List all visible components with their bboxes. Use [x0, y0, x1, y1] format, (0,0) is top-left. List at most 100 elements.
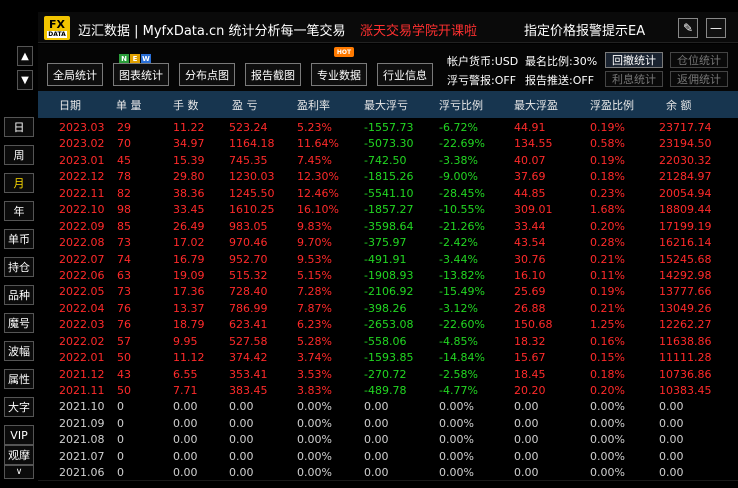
- col-profit-rate[interactable]: 盈利率: [297, 97, 330, 113]
- cell-profit-rate: 9.53%: [297, 252, 332, 266]
- table-row[interactable]: 2021.09 0 0.00 0.00 0.00% 0.00 0.00% 0.00 0.00% 0…: [38, 416, 738, 432]
- observe-button[interactable]: 观摩: [4, 445, 34, 465]
- tool-label: 观摩: [8, 449, 30, 462]
- col-lots[interactable]: 手 数: [173, 97, 199, 113]
- cell-date: 2023.03: [59, 121, 105, 134]
- cell-balance: 0.00: [659, 400, 684, 414]
- period-week-button[interactable]: 周: [4, 145, 34, 165]
- col-floating-profit-ratio[interactable]: 浮盈比例: [590, 97, 634, 113]
- cell-floating-loss-ratio: 0.00%: [439, 466, 474, 480]
- position-stats-button[interactable]: 仓位统计: [670, 52, 728, 68]
- symbols-button[interactable]: 品种: [4, 285, 34, 305]
- cell-max-floating-loss: -2106.92: [364, 285, 414, 299]
- report-push-toggle[interactable]: 报告推送:OFF: [525, 72, 594, 88]
- table-row[interactable]: 2021.12 43 6.55 353.41 3.53% -270.72 -2.58% 18.…: [38, 367, 738, 383]
- down-arrow-icon: ▼: [21, 74, 29, 86]
- col-orders[interactable]: 单 量: [116, 97, 142, 113]
- table-row[interactable]: 2023.03 29 11.22 523.24 5.23% -1557.73 -6.72% 4…: [38, 120, 738, 136]
- floating-alert-toggle[interactable]: 浮亏警报:OFF: [447, 72, 516, 88]
- edit-button[interactable]: ✎: [678, 18, 698, 38]
- table-bottom-divider: [38, 480, 738, 481]
- table-row[interactable]: 2022.02 57 9.95 527.58 5.28% -558.06 -4.85% 18.…: [38, 334, 738, 350]
- cell-lots: 38.36: [173, 186, 205, 200]
- single-currency-button[interactable]: 单币: [4, 229, 34, 249]
- cell-max-floating-loss: -1908.93: [364, 268, 414, 282]
- period-day-button[interactable]: 日: [4, 117, 34, 137]
- cell-max-floating-profit: 0.00: [514, 416, 539, 430]
- cell-profit-rate: 0.00%: [297, 416, 332, 430]
- distribution-chart-button[interactable]: 分布点图: [179, 63, 235, 86]
- cell-lots: 19.09: [173, 268, 205, 282]
- table-row[interactable]: 2022.05 73 17.36 728.40 7.28% -2106.92 -15.49%…: [38, 284, 738, 300]
- cell-profit: 527.58: [229, 334, 268, 348]
- cell-orders: 0: [117, 466, 124, 480]
- table-row[interactable]: 2023.02 70 34.97 1164.18 11.64% -5073.30 -22.6…: [38, 136, 738, 152]
- table-row[interactable]: 2021.07 0 0.00 0.00 0.00% 0.00 0.00% 0.00 0.00% 0…: [38, 449, 738, 465]
- industry-info-button[interactable]: 行业信息: [377, 63, 433, 86]
- col-max-floating-profit[interactable]: 最大浮盈: [514, 97, 558, 113]
- price-alert-ea-link[interactable]: 指定价格报警提示EA: [524, 20, 645, 39]
- promo-link[interactable]: 涨天交易学院开课啦: [360, 20, 477, 39]
- account-currency-label: 帐户货币:USD: [447, 55, 519, 68]
- table-row[interactable]: 2023.01 45 15.39 745.35 7.45% -742.50 -3.38% 40…: [38, 153, 738, 169]
- cell-floating-profit-ratio: 0.19%: [590, 285, 625, 299]
- table-row[interactable]: 2022.06 63 19.09 515.32 5.15% -1908.93 -13.82%…: [38, 268, 738, 284]
- scroll-up-button[interactable]: ▲: [17, 46, 33, 66]
- cell-floating-profit-ratio: 0.21%: [590, 301, 625, 315]
- minimize-button[interactable]: —: [706, 18, 726, 38]
- magic-number-button[interactable]: 魔号: [4, 313, 34, 333]
- col-date[interactable]: 日期: [59, 97, 81, 113]
- cell-floating-loss-ratio: -4.77%: [439, 384, 478, 397]
- report-screenshot-button[interactable]: 报告截图: [245, 63, 301, 86]
- table-row[interactable]: 2022.10 98 33.45 1610.25 16.10% -1857.27 -10.5…: [38, 202, 738, 218]
- chart-stats-button[interactable]: 图表统计: [113, 63, 169, 86]
- cell-floating-loss-ratio: -15.49%: [439, 285, 485, 299]
- cell-profit-rate: 3.74%: [297, 351, 332, 365]
- table-row[interactable]: 2022.07 74 16.79 952.70 9.53% -491.91 -3.44% 30…: [38, 252, 738, 268]
- cell-orders: 50: [117, 384, 131, 397]
- large-font-button[interactable]: 大字: [4, 397, 34, 417]
- cell-max-floating-profit: 44.85: [514, 186, 546, 200]
- table-row[interactable]: 2022.01 50 11.12 374.42 3.74% -1593.85 -14.84%…: [38, 350, 738, 366]
- cell-profit-rate: 9.70%: [297, 236, 332, 250]
- pro-data-button[interactable]: 专业数据: [311, 63, 367, 86]
- global-stats-button[interactable]: 全局统计: [47, 63, 103, 86]
- interest-stats-button[interactable]: 利息统计: [605, 71, 663, 87]
- drawdown-stats-button[interactable]: 回撤统计: [605, 52, 663, 68]
- period-year-button[interactable]: 年: [4, 201, 34, 221]
- table-row[interactable]: 2022.08 73 17.02 970.46 9.70% -375.97 -2.42% 43…: [38, 235, 738, 251]
- volatility-button[interactable]: 波幅: [4, 341, 34, 361]
- cell-date: 2022.08: [59, 236, 105, 250]
- cell-date: 2021.08: [59, 433, 105, 447]
- vip-button[interactable]: VIP: [4, 425, 34, 445]
- cell-orders: 63: [117, 268, 131, 282]
- logo-fx-text: FX: [49, 18, 65, 31]
- cell-date: 2022.04: [59, 301, 105, 315]
- attributes-button[interactable]: 属性: [4, 369, 34, 389]
- table-row[interactable]: 2022.12 78 29.80 1230.03 12.30% -1815.26 -9.00…: [38, 169, 738, 185]
- table-row[interactable]: 2021.10 0 0.00 0.00 0.00% 0.00 0.00% 0.00 0.00% 0…: [38, 399, 738, 415]
- cell-profit-rate: 7.87%: [297, 301, 332, 315]
- col-balance[interactable]: 余 额: [666, 97, 692, 113]
- period-month-button[interactable]: 月: [4, 173, 34, 193]
- table-row[interactable]: 2022.04 76 13.37 786.99 7.87% -398.26 -3.12% 26…: [38, 301, 738, 317]
- table-row[interactable]: 2022.09 85 26.49 983.05 9.83% -3598.64 -21.26%…: [38, 219, 738, 235]
- col-profit[interactable]: 盈 亏: [232, 97, 258, 113]
- table-row[interactable]: 2022.11 82 38.36 1245.50 12.46% -5541.10 -28.4…: [38, 186, 738, 202]
- cell-balance: 18809.44: [659, 203, 712, 217]
- table-row[interactable]: 2021.08 0 0.00 0.00 0.00% 0.00 0.00% 0.00 0.00% 0…: [38, 432, 738, 448]
- cell-max-floating-loss: -3598.64: [364, 219, 414, 233]
- scroll-down-button[interactable]: ▼: [17, 70, 33, 90]
- cell-floating-loss-ratio: -3.12%: [439, 301, 478, 315]
- table-row[interactable]: 2022.03 76 18.79 623.41 6.23% -2653.08 -22.60%…: [38, 317, 738, 333]
- cell-balance: 14292.98: [659, 268, 712, 282]
- rebate-stats-button[interactable]: 返佣统计: [670, 71, 728, 87]
- cell-date: 2022.05: [59, 285, 105, 299]
- col-max-floating-loss[interactable]: 最大浮亏: [364, 97, 408, 113]
- cell-orders: 50: [117, 351, 131, 365]
- cell-balance: 23717.74: [659, 121, 712, 134]
- table-row[interactable]: 2021.11 50 7.71 383.45 3.83% -489.78 -4.77% 20.…: [38, 383, 738, 399]
- col-floating-loss-ratio[interactable]: 浮亏比例: [439, 97, 483, 113]
- more-button[interactable]: ∨: [4, 465, 34, 479]
- positions-button[interactable]: 持仓: [4, 257, 34, 277]
